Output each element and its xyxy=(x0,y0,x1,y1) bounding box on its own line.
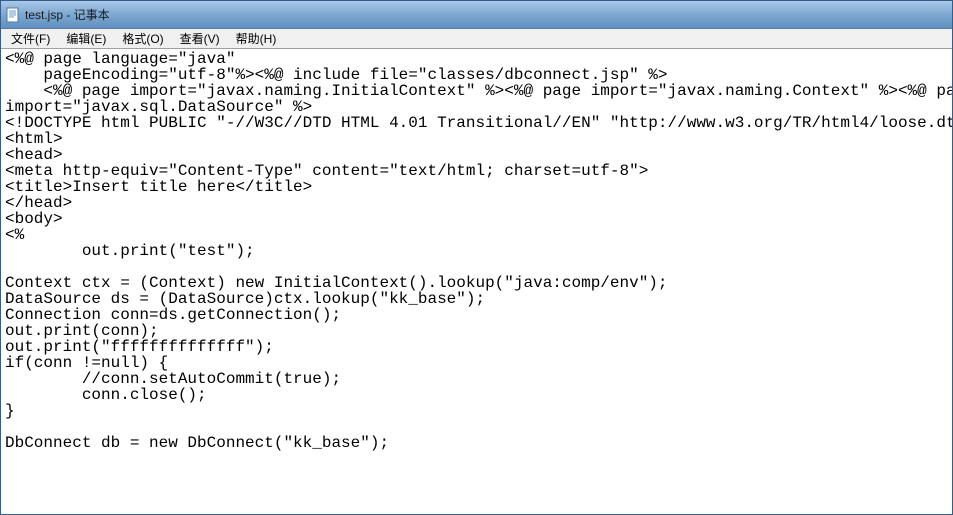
menu-help[interactable]: 帮助(H) xyxy=(228,28,285,49)
menubar: 文件(F) 编辑(E) 格式(O) 查看(V) 帮助(H) xyxy=(1,29,952,49)
window-title: test.jsp - 记事本 xyxy=(25,6,110,23)
menu-view[interactable]: 查看(V) xyxy=(172,28,228,49)
notepad-icon xyxy=(5,7,21,23)
menu-file[interactable]: 文件(F) xyxy=(3,28,58,49)
editor-textarea[interactable]: <%@ page language="java" pageEncoding="u… xyxy=(1,49,952,514)
menu-format[interactable]: 格式(O) xyxy=(114,28,171,49)
menu-edit[interactable]: 编辑(E) xyxy=(58,28,114,49)
titlebar: test.jsp - 记事本 xyxy=(1,1,952,29)
